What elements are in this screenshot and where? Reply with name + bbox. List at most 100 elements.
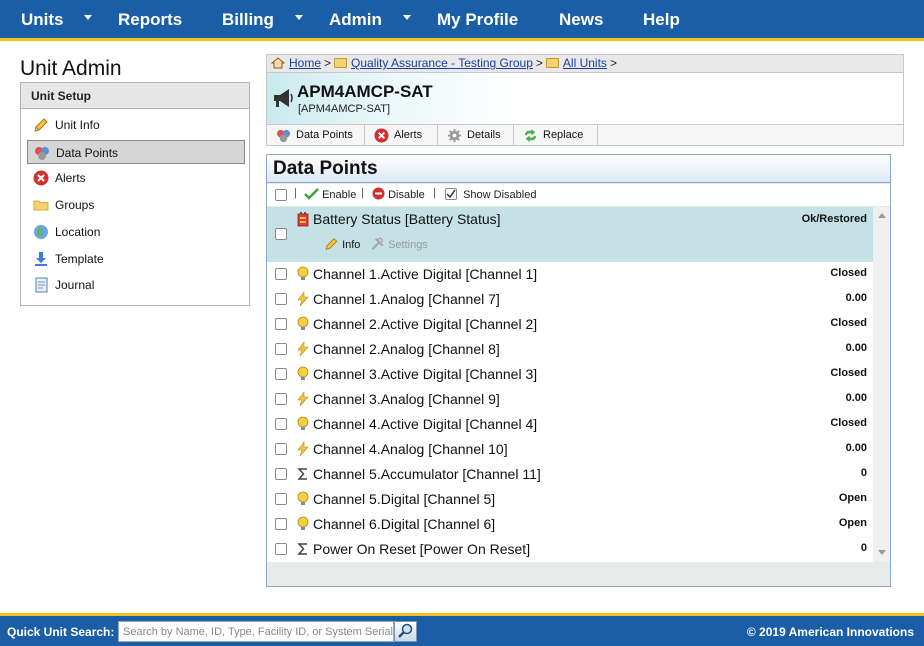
nav-billing[interactable]: Billing (222, 0, 274, 38)
row-checkbox[interactable] (275, 543, 287, 555)
chevron-down-icon[interactable] (84, 15, 92, 20)
row-checkbox[interactable] (275, 418, 287, 430)
row-value: Closed (830, 267, 867, 279)
table-row[interactable]: Channel 4.Analog [Channel 10] 0.00 (267, 437, 873, 462)
alert-icon (374, 128, 389, 143)
row-name: Channel 2.Analog [Channel 8] (313, 341, 500, 357)
row-name: Channel 6.Digital [Channel 6] (313, 516, 496, 532)
table-row[interactable]: Power On Reset [Power On Reset] 0 (267, 537, 873, 562)
checkmark-icon (304, 188, 319, 200)
select-all-checkbox[interactable] (275, 189, 287, 201)
tab-label: Data Points (296, 129, 353, 141)
checkmark-icon (446, 189, 456, 199)
row-value: 0.00 (845, 442, 867, 454)
setup-item-data-points[interactable]: Data Points (27, 140, 245, 164)
show-disabled-label: Show Disabled (463, 189, 537, 201)
disable-button[interactable]: Disable (372, 187, 425, 203)
tab-alerts[interactable]: Alerts (365, 125, 438, 145)
disable-icon (372, 187, 385, 200)
row-checkbox[interactable] (275, 228, 287, 240)
row-name: Channel 2.Active Digital [Channel 2] (313, 316, 538, 332)
table-row[interactable]: Channel 1.Analog [Channel 7] 0.00 (267, 287, 873, 312)
quick-search-input[interactable] (118, 621, 394, 642)
tab-data-points[interactable]: Data Points (267, 125, 365, 145)
table-row[interactable]: Battery Status [Battery Status] Ok/Resto… (267, 207, 873, 262)
nav-admin-label: Admin (329, 10, 382, 29)
replace-icon (524, 128, 537, 143)
scroll-down-icon[interactable] (878, 550, 886, 555)
setup-item-location[interactable]: Location (27, 220, 245, 244)
disable-label: Disable (388, 189, 425, 201)
chevron-down-icon[interactable] (403, 15, 411, 20)
show-disabled-toggle[interactable]: Show Disabled (445, 187, 536, 203)
breadcrumb-all-units[interactable]: All Units (563, 56, 607, 70)
tab-details[interactable]: Details (438, 125, 514, 145)
row-checkbox[interactable] (275, 318, 287, 330)
row-checkbox[interactable] (275, 268, 287, 280)
lightning-icon (297, 391, 309, 407)
row-value: Open (838, 517, 867, 529)
row-checkbox[interactable] (275, 393, 287, 405)
gear-icon (447, 128, 462, 143)
copyright: © 2019 American Innovations (746, 625, 914, 639)
unit-header: APM4AMCP-SAT [APM4AMCP-SAT] (266, 73, 904, 124)
row-name: Battery Status [Battery Status] (313, 211, 501, 227)
table-row[interactable]: Channel 6.Digital [Channel 6] Open (267, 512, 873, 537)
data-points-icon (35, 147, 49, 160)
nav-my-profile[interactable]: My Profile (437, 0, 518, 38)
row-value: 0 (860, 467, 867, 479)
setup-item-journal[interactable]: Journal (27, 273, 245, 297)
nav-help-label: Help (643, 10, 680, 29)
row-checkbox[interactable] (275, 468, 287, 480)
nav-help[interactable]: Help (643, 0, 680, 38)
chevron-down-icon[interactable] (295, 15, 303, 20)
table-row[interactable]: Channel 3.Analog [Channel 9] 0.00 (267, 387, 873, 412)
row-name: Channel 5.Digital [Channel 5] (313, 491, 496, 507)
breadcrumb-home[interactable]: Home (289, 56, 321, 70)
data-points-panel: Data Points | Enable | Disable | Show Di… (266, 154, 891, 587)
list-scrollbar[interactable] (873, 207, 890, 562)
setup-item-template[interactable]: Template (27, 247, 245, 271)
row-name: Channel 4.Analog [Channel 10] (313, 441, 508, 457)
nav-units[interactable]: Units (21, 0, 64, 38)
table-row[interactable]: Channel 2.Analog [Channel 8] 0.00 (267, 337, 873, 362)
row-checkbox[interactable] (275, 343, 287, 355)
row-checkbox[interactable] (275, 518, 287, 530)
row-name: Channel 5.Accumulator [Channel 11] (313, 466, 541, 482)
row-checkbox[interactable] (275, 368, 287, 380)
data-points-toolbar: | Enable | Disable | Show Disabled (267, 184, 890, 206)
alert-icon (33, 170, 49, 186)
show-disabled-checkbox[interactable] (445, 188, 457, 200)
breadcrumb-separator: > (609, 56, 617, 70)
table-row[interactable]: Channel 5.Accumulator [Channel 11] 0 (267, 462, 873, 487)
table-row[interactable]: Channel 2.Active Digital [Channel 2] Clo… (267, 312, 873, 337)
tab-replace[interactable]: Replace (514, 125, 598, 145)
nav-reports[interactable]: Reports (118, 0, 182, 38)
row-checkbox[interactable] (275, 293, 287, 305)
home-icon (271, 57, 285, 69)
row-settings-link[interactable]: Settings (370, 237, 428, 251)
breadcrumb-group[interactable]: Quality Assurance - Testing Group (351, 56, 533, 70)
row-checkbox[interactable] (275, 443, 287, 455)
nav-news-label: News (559, 10, 604, 29)
top-nav: Units Reports Billing Admin My Profile N… (0, 0, 924, 41)
setup-item-groups[interactable]: Groups (27, 193, 245, 217)
nav-my-profile-label: My Profile (437, 10, 519, 29)
row-checkbox[interactable] (275, 493, 287, 505)
table-row[interactable]: Channel 1.Active Digital [Channel 1] Clo… (267, 262, 873, 287)
scroll-up-icon[interactable] (878, 213, 886, 218)
setup-item-unit-info[interactable]: Unit Info (27, 113, 245, 137)
row-name: Channel 1.Analog [Channel 7] (313, 291, 500, 307)
table-row[interactable]: Channel 4.Active Digital [Channel 4] Clo… (267, 412, 873, 437)
setup-item-alerts[interactable]: Alerts (27, 166, 245, 190)
row-info-link[interactable]: Info (324, 237, 360, 251)
table-row[interactable]: Channel 3.Active Digital [Channel 3] Clo… (267, 362, 873, 387)
lightbulb-icon (297, 266, 309, 280)
nav-billing-label: Billing (222, 10, 274, 29)
nav-admin[interactable]: Admin (329, 0, 382, 38)
nav-news[interactable]: News (559, 0, 603, 38)
quick-search-button[interactable] (394, 621, 417, 642)
enable-button[interactable]: Enable (304, 187, 356, 203)
table-row[interactable]: Channel 5.Digital [Channel 5] Open (267, 487, 873, 512)
pencil-icon (325, 238, 338, 250)
